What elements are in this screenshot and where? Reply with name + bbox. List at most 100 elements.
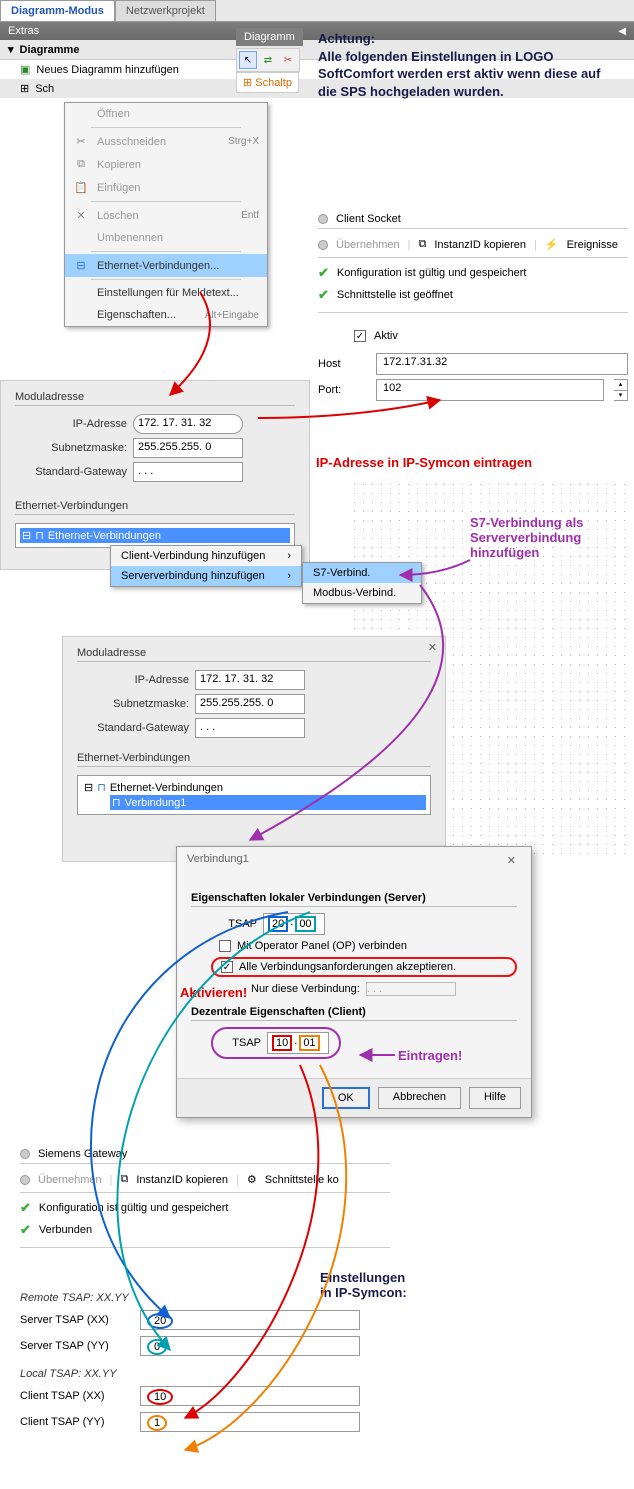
delete-icon: ✕ [73, 209, 89, 222]
ctx-ethernet[interactable]: ⊟Ethernet-Verbindungen... [65, 254, 267, 277]
server-tsap-xx-value: 20 [147, 1313, 173, 1329]
check-icon: ✔ [20, 1222, 31, 1238]
client-tsap-yy-input[interactable]: 1 [140, 1412, 360, 1432]
apply-button-2[interactable]: Übernehmen [38, 1174, 102, 1186]
server-tsap-input[interactable]: 20.00 [263, 913, 325, 935]
host-row: Host 172.17.31.32 [318, 353, 628, 375]
modbus-connection[interactable]: Modbus-Verbind. [303, 583, 421, 603]
connection-type-menu: S7-Verbind. Modbus-Verbind. [302, 562, 422, 604]
ctx-copy[interactable]: ⧉Kopieren [65, 153, 267, 176]
server-tsap-yy-value: 0 [147, 1339, 167, 1355]
ctx-props-label: Eigenschaften... [97, 309, 176, 321]
schaltp-doc-tab[interactable]: ⊞ Schaltp [236, 72, 299, 93]
ctx-properties[interactable]: Eigenschaften...Alt+Eingabe [65, 304, 267, 326]
tab-diagram-mode[interactable]: Diagramm-Modus [0, 0, 115, 21]
module-address-title: Moduladresse [15, 391, 295, 406]
ok-button[interactable]: OK [322, 1087, 370, 1109]
mask-input[interactable]: 255.255.255. 0 [133, 438, 243, 458]
host-input[interactable]: 172.17.31.32 [376, 353, 628, 375]
gateway-input-2[interactable]: . . . [195, 718, 305, 738]
ctx-open-label: Öffnen [97, 108, 130, 120]
extras-label: Extras [8, 25, 39, 37]
client-socket-title-row: Client Socket [318, 210, 628, 228]
op-panel-row: Mit Operator Panel (OP) verbinden [219, 940, 517, 952]
ip-input-2[interactable]: 172. 17. 31. 32 [195, 670, 305, 690]
server-tsap-xx-input[interactable]: 20 [140, 1310, 360, 1330]
copy-instanceid-button-2[interactable]: InstanzID kopieren [136, 1174, 228, 1186]
annotation-activate: Aktivieren! [180, 985, 247, 1000]
ip-input[interactable]: 172. 17. 31. 32 [133, 414, 243, 434]
chevron-down-icon: ▾ [8, 43, 14, 56]
dialog-titlebar[interactable]: Verbindung1 ✕ [177, 847, 531, 874]
client-tsap-input[interactable]: 10.01 [267, 1032, 329, 1054]
s7-connection[interactable]: S7-Verbind. [303, 563, 421, 583]
bullet-icon [318, 214, 328, 224]
network-icon: ⊓ [35, 529, 44, 542]
pointer-tool-icon[interactable]: ↖ [239, 51, 257, 69]
ctx-paste-label: Einfügen [97, 182, 140, 194]
bullet-icon [20, 1175, 30, 1185]
collapse-icon[interactable]: ◀ [618, 26, 626, 37]
client-tsap-xx-row: Client TSAP (XX)10 [20, 1386, 390, 1406]
remote-props-title: Dezentrale Eigenschaften (Client) [191, 1006, 517, 1021]
mask-input-2[interactable]: 255.255.255. 0 [195, 694, 305, 714]
active-checkbox[interactable]: ✓ [354, 330, 366, 342]
tab-network-project[interactable]: Netzwerkprojekt [115, 0, 216, 21]
server-tsap-yy: 00 [295, 916, 315, 932]
status-text: Konfiguration ist gültig und gespeichert [39, 1202, 229, 1214]
ctx-delete[interactable]: ✕LöschenEntf [65, 204, 267, 227]
verbindung1-node[interactable]: ⊓ Verbindung1 [110, 795, 426, 810]
ethernet-root-node[interactable]: ⊟ ⊓ Ethernet-Verbindungen [20, 528, 290, 543]
only-input[interactable]: . . . [366, 982, 456, 996]
connect-tool-icon[interactable]: ⇄ [259, 51, 277, 69]
siemens-gateway-panel: Siemens Gateway Übernehmen | ⧉ InstanzID… [20, 1145, 390, 1248]
op-checkbox[interactable] [219, 940, 231, 952]
interface-button[interactable]: Schnittstelle ko [265, 1174, 339, 1186]
status-text: Konfiguration ist gültig und gespeichert [337, 267, 527, 279]
circuit-icon: ⊞ [243, 77, 252, 89]
diagrams-label: Diagramme [20, 44, 80, 56]
copy-icon: ⧉ [418, 238, 426, 251]
annotation-s7: S7-Verbindung als Serververbindung hinzu… [470, 515, 630, 560]
client-tsap-row: TSAP 10.01 [211, 1027, 341, 1059]
port-input[interactable]: 102 [376, 379, 604, 401]
mask-row: Subnetzmaske:255.255.255. 0 [15, 438, 295, 458]
gateway-input[interactable]: . . . [133, 462, 243, 482]
client-tsap-xx-input[interactable]: 10 [140, 1386, 360, 1406]
modbus-label: Modbus-Verbind. [313, 587, 396, 599]
cancel-button[interactable]: Abbrechen [378, 1087, 461, 1109]
close-icon[interactable]: ✕ [502, 853, 521, 868]
help-button[interactable]: Hilfe [469, 1087, 521, 1109]
server-tsap-yy-input[interactable]: 0 [140, 1336, 360, 1356]
ctx-cut[interactable]: ✂AusschneidenStrg+X [65, 130, 267, 153]
ethernet-root-node-2[interactable]: ⊟ ⊓ Ethernet-Verbindungen [82, 780, 426, 795]
chevron-right-icon: › [287, 550, 291, 562]
tsap-label-2: TSAP [223, 1037, 261, 1049]
server-tsap-yy-label: Server TSAP (YY) [20, 1340, 140, 1352]
apply-button[interactable]: Übernehmen [336, 239, 400, 251]
add-client-connection[interactable]: Client-Verbindung hinzufügen› [111, 546, 301, 566]
accept-checkbox[interactable]: ✓ [221, 961, 233, 973]
close-icon[interactable]: ✕ [428, 641, 437, 654]
remote-tsap-header: Remote TSAP: XX.YY [20, 1292, 390, 1304]
status-config-valid-2: ✔Konfiguration ist gültig und gespeicher… [20, 1197, 390, 1219]
copy-instanceid-button[interactable]: InstanzID kopieren [434, 239, 526, 251]
add-server-connection[interactable]: Serververbindung hinzufügen› [111, 566, 301, 586]
cut-tool-icon[interactable]: ✂ [279, 51, 297, 69]
ctx-paste[interactable]: 📋Einfügen [65, 176, 267, 199]
only-this-row: Nur diese Verbindung: . . . [251, 982, 517, 996]
mask-label-2: Subnetzmaske: [77, 698, 195, 710]
host-label: Host [318, 358, 366, 370]
status-text: Verbunden [39, 1224, 92, 1236]
local-props-title: Eigenschaften lokaler Verbindungen (Serv… [191, 892, 517, 907]
add-diagram-icon: ▣ [20, 63, 30, 76]
ctx-meldetext[interactable]: Einstellungen für Meldetext... [65, 282, 267, 304]
ctx-open[interactable]: Öffnen [65, 103, 267, 125]
ctx-rename[interactable]: Umbenennen [65, 227, 267, 249]
events-button[interactable]: Ereignisse [567, 239, 618, 251]
circuit-icon: ⊞ [20, 82, 29, 95]
server-tsap-yy-row: Server TSAP (YY) 0 [20, 1336, 390, 1356]
port-spinner[interactable]: ▴▾ [614, 379, 628, 401]
diagram-doc-tab[interactable]: Diagramm [236, 28, 303, 46]
ethernet-node-label: Ethernet-Verbindungen [48, 530, 161, 542]
